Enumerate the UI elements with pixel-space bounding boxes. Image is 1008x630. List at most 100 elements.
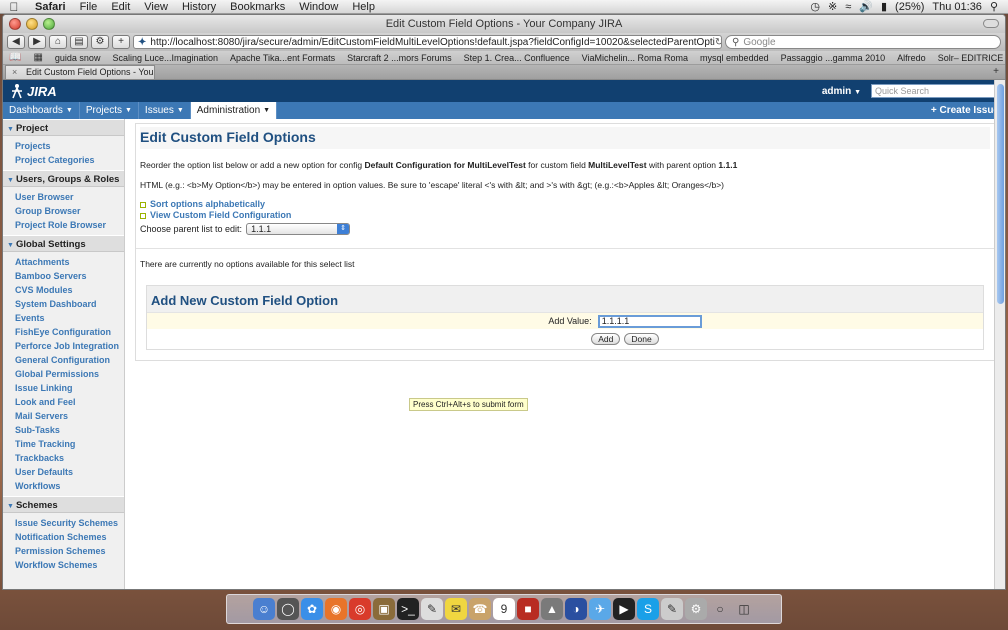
preview-icon[interactable]: ▣ xyxy=(373,598,395,620)
time-machine-icon[interactable]: ◷ xyxy=(810,0,820,13)
scroll-thumb[interactable] xyxy=(997,84,1004,304)
browser-tab[interactable]: × Edit Custom Field Options - Your ... xyxy=(5,65,155,79)
menu-view[interactable]: View xyxy=(137,1,175,13)
settings-button[interactable]: ⚙ xyxy=(91,35,109,49)
menu-file[interactable]: File xyxy=(73,1,105,13)
menu-app[interactable]: Safari xyxy=(28,1,73,13)
user-menu[interactable]: admin ▼ xyxy=(822,86,861,97)
menu-help[interactable]: Help xyxy=(345,1,382,13)
sidebar-link[interactable]: Project Categories xyxy=(15,153,124,167)
view-config-link[interactable]: View Custom Field Configuration xyxy=(140,210,990,221)
sidebar-link[interactable]: Trackbacks xyxy=(15,451,124,465)
sort-options-link[interactable]: Sort options alphabetically xyxy=(140,199,990,210)
done-button[interactable]: Done xyxy=(624,333,659,345)
spotlight-icon[interactable]: ⚲ xyxy=(990,0,998,13)
chevron-down-icon[interactable]: ▼ xyxy=(263,102,270,119)
search-field[interactable]: ⚲ Google xyxy=(725,35,1001,49)
app-icon[interactable]: ▲ xyxy=(541,598,563,620)
sidebar-link[interactable]: Bamboo Servers xyxy=(15,269,124,283)
sidebar-link[interactable]: FishEye Configuration xyxy=(15,325,124,339)
close-tab-icon[interactable]: × xyxy=(12,66,17,79)
sidebar-link[interactable]: Projects xyxy=(15,139,124,153)
bookmark-item[interactable]: guida snow xyxy=(55,53,101,63)
chevron-down-icon[interactable]: ▼ xyxy=(66,102,73,119)
sidebar-link[interactable]: Notification Schemes xyxy=(15,530,124,544)
menu-history[interactable]: History xyxy=(175,1,223,13)
parent-list-select[interactable]: 1.1.1 ⇕ xyxy=(246,223,351,235)
bookmarks-book-icon[interactable]: 📖 xyxy=(9,52,21,63)
mail-icon[interactable]: ✈ xyxy=(589,598,611,620)
home-button[interactable]: ⌂ xyxy=(49,35,67,49)
sidebar-link[interactable]: User Browser xyxy=(15,190,124,204)
top-sites-icon[interactable]: ▦ xyxy=(33,52,42,63)
bookmark-item[interactable]: Passaggio ...gamma 2010 xyxy=(781,53,886,63)
trash-icon[interactable]: ◫ xyxy=(733,598,755,620)
address-book-icon[interactable]: ☎ xyxy=(469,598,491,620)
sidebar-link[interactable]: User Defaults xyxy=(15,465,124,479)
script-editor-icon[interactable]: ✎ xyxy=(661,598,683,620)
textedit-icon[interactable]: ✎ xyxy=(421,598,443,620)
system-preferences-icon[interactable]: ⚙ xyxy=(685,598,707,620)
sidebar-link[interactable]: Look and Feel xyxy=(15,395,124,409)
chevron-down-icon[interactable]: ▼ xyxy=(177,102,184,119)
back-button[interactable]: ◀ xyxy=(7,35,25,49)
ichat-icon[interactable]: ✉ xyxy=(445,598,467,620)
sidebar-link[interactable]: Workflow Schemes xyxy=(15,558,124,572)
add-button[interactable]: Add xyxy=(591,333,621,345)
sidebar-link[interactable]: Perforce Job Integration xyxy=(15,339,124,353)
reading-button[interactable]: ▤ xyxy=(70,35,88,49)
add-value-input[interactable]: 1.1.1.1 xyxy=(597,314,702,328)
skype-icon[interactable]: S xyxy=(637,598,659,620)
terminal-icon[interactable]: >_ xyxy=(397,598,419,620)
nav-projects[interactable]: Projects ▼ xyxy=(80,102,139,119)
sidebar-section-header[interactable]: ▼ Schemes xyxy=(3,496,124,513)
bookmark-item[interactable]: Starcraft 2 ...mors Forums xyxy=(347,53,452,63)
nav-issues[interactable]: Issues ▼ xyxy=(139,102,191,119)
jira-logo[interactable]: JIRA xyxy=(9,83,57,99)
reload-icon[interactable]: ↻ xyxy=(715,37,721,48)
sidebar-link[interactable]: Time Tracking xyxy=(15,437,124,451)
clock[interactable]: Thu 01:36 xyxy=(932,1,982,13)
sidebar-section-header[interactable]: ▼ Global Settings xyxy=(3,235,124,252)
menu-bookmarks[interactable]: Bookmarks xyxy=(223,1,292,13)
bookmark-item[interactable]: Solr– EDITRICE xyxy=(938,53,1004,63)
sidebar-link[interactable]: Global Permissions xyxy=(15,367,124,381)
sidebar-link[interactable]: Sub-Tasks xyxy=(15,423,124,437)
downloads-stack-icon[interactable]: ○ xyxy=(709,598,731,620)
nav-administration[interactable]: Administration ▼ xyxy=(190,102,278,119)
sidebar-link[interactable]: Project Role Browser xyxy=(15,218,124,232)
volume-icon[interactable]: 🔊 xyxy=(859,0,873,13)
bookmark-item[interactable]: Step 1. Crea... Confluence xyxy=(464,53,570,63)
safari-icon[interactable]: ✿ xyxy=(301,598,323,620)
nav-dashboards[interactable]: Dashboards ▼ xyxy=(3,102,80,119)
minimize-window-icon[interactable] xyxy=(26,18,38,30)
battery-icon[interactable]: ▮ xyxy=(881,0,887,13)
sidebar-link[interactable]: Issue Linking xyxy=(15,381,124,395)
chevron-down-icon[interactable]: ▼ xyxy=(125,102,132,119)
menu-edit[interactable]: Edit xyxy=(104,1,137,13)
sidebar-link[interactable]: CVS Modules xyxy=(15,283,124,297)
sidebar-link[interactable]: Workflows xyxy=(15,479,124,493)
address-bar[interactable]: ✦ http://localhost:8080/jira/secure/admi… xyxy=(133,35,722,49)
sidebar-link[interactable]: General Configuration xyxy=(15,353,124,367)
zoom-window-icon[interactable] xyxy=(43,18,55,30)
dvd-player-icon[interactable]: ▶ xyxy=(613,598,635,620)
sidebar-section-header[interactable]: ▼ Project xyxy=(3,119,124,136)
sidebar-link[interactable]: Mail Servers xyxy=(15,409,124,423)
bookmark-item[interactable]: Alfredo xyxy=(897,53,926,63)
sidebar-link[interactable]: Attachments xyxy=(15,255,124,269)
new-tab-button[interactable]: + xyxy=(993,65,999,79)
sidebar-link[interactable]: System Dashboard xyxy=(15,297,124,311)
sidebar-link[interactable]: Permission Schemes xyxy=(15,544,124,558)
photo-booth-icon[interactable]: ■ xyxy=(517,598,539,620)
apple-icon[interactable]:  xyxy=(0,0,28,14)
bookmark-item[interactable]: mysql embedded xyxy=(700,53,769,63)
bookmark-item[interactable]: Apache Tika...ent Formats xyxy=(230,53,335,63)
forward-button[interactable]: ▶ xyxy=(28,35,46,49)
bookmark-item[interactable]: Scaling Luce...Imagination xyxy=(112,53,218,63)
bookmark-item[interactable]: ViaMichelin... Roma Roma xyxy=(582,53,688,63)
quick-search-input[interactable]: Quick Search xyxy=(871,84,999,98)
dashboard-icon[interactable]: ◯ xyxy=(277,598,299,620)
sidebar-link[interactable]: Group Browser xyxy=(15,204,124,218)
wifi-icon[interactable]: ≈ xyxy=(845,1,851,13)
